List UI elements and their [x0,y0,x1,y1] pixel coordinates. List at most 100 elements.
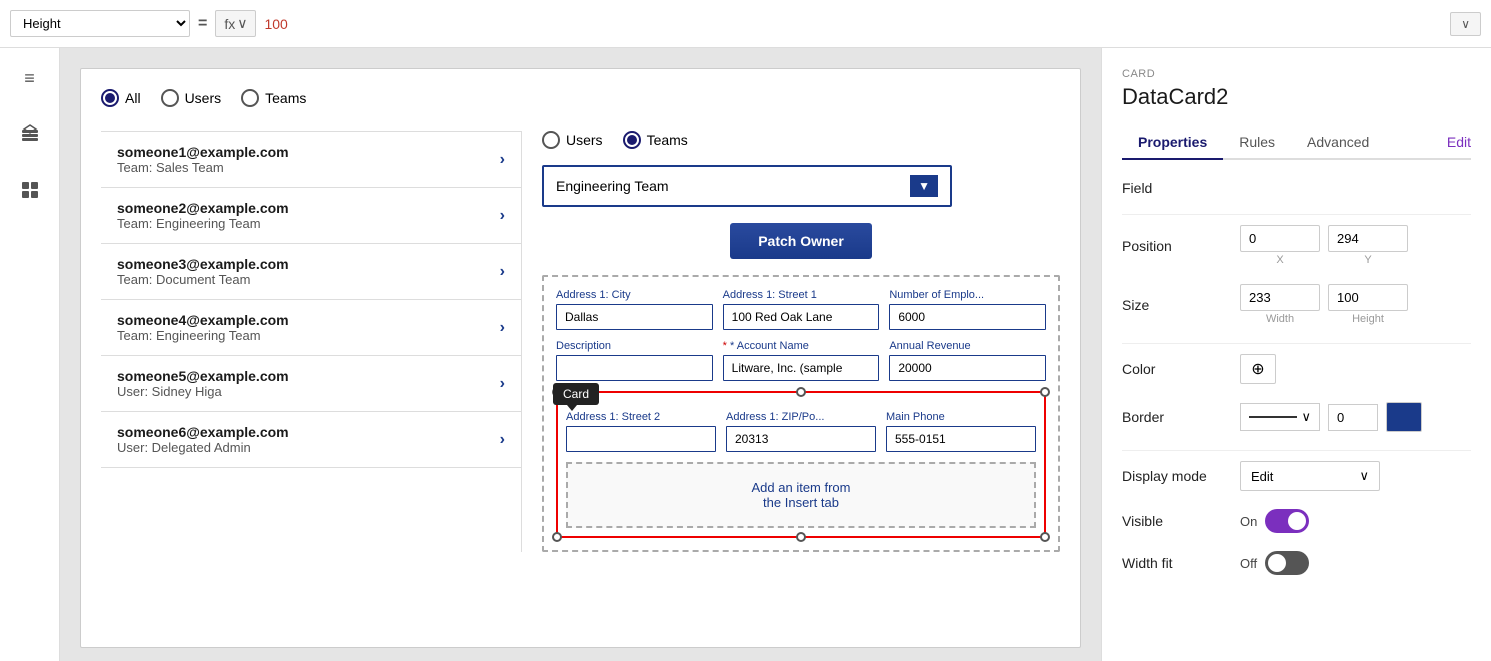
list-item[interactable]: someone3@example.com Team: Document Team… [101,244,521,300]
field-row: Field [1122,180,1471,196]
user-list: someone1@example.com Team: Sales Team › … [101,131,521,552]
width-fit-toggle[interactable] [1265,551,1309,575]
sidebar: ≡ [0,48,60,661]
form-field-accountname: * Account Name [723,340,880,381]
size-width-input[interactable] [1240,284,1320,311]
form-field-zip: Address 1: ZIP/Po... [726,411,876,452]
user-team: Team: Engineering Team [117,328,289,343]
fx-button[interactable]: fx ∨ [215,10,256,37]
inner-radio-circle-users [542,131,560,149]
tab-properties[interactable]: Properties [1122,126,1223,160]
resize-handle-tm[interactable] [796,387,806,397]
color-label: Color [1122,361,1232,377]
field-input-description[interactable] [556,355,713,381]
field-input-revenue[interactable] [889,355,1046,381]
visible-row: Visible On [1122,509,1471,533]
size-row: Size Width Height [1122,284,1471,325]
y-axis-label: Y [1364,254,1371,266]
field-label-street2: Address 1: Street 2 [566,411,716,423]
canvas-frame: All Users Teams someone1@example.co [80,68,1081,648]
position-y-input[interactable] [1328,225,1408,252]
user-team: User: Delegated Admin [117,440,289,455]
field-label-revenue: Annual Revenue [889,340,1046,352]
form-field-street1: Address 1: Street 1 [723,289,880,330]
border-width-input[interactable] [1328,404,1378,431]
formula-bar-expand[interactable]: ∨ [1450,12,1481,36]
property-selector[interactable]: Height [10,10,190,37]
layers-icon[interactable] [12,116,48,152]
display-mode-label: Display mode [1122,468,1232,484]
user-team: Team: Document Team [117,272,289,287]
size-height-input[interactable] [1328,284,1408,311]
radio-circle-users [161,89,179,107]
inner-radio-users[interactable]: Users [542,131,603,149]
resize-handle-bm[interactable] [796,532,806,542]
visible-toggle[interactable] [1265,509,1309,533]
formula-value[interactable]: 100 [264,16,287,32]
tab-advanced[interactable]: Advanced [1291,126,1385,160]
chevron-right-icon: › [500,431,505,449]
field-input-city[interactable] [556,304,713,330]
top-radio-group: All Users Teams [101,89,1060,107]
field-label-phone: Main Phone [886,411,1036,423]
card-tooltip: Card [553,383,599,405]
field-input-street1[interactable] [723,304,880,330]
position-x-group: X [1240,225,1320,266]
radio-all-label: All [125,90,141,106]
inner-radio-users-label: Users [566,132,603,148]
inner-radio-teams[interactable]: Teams [623,131,688,149]
display-mode-value: Edit [1251,469,1273,484]
fx-label: fx [224,16,235,32]
radio-all[interactable]: All [101,89,141,107]
resize-handle-tr[interactable] [1040,387,1050,397]
radio-users-label: Users [185,90,222,106]
radio-users[interactable]: Users [161,89,222,107]
user-team: User: Sidney Higa [117,384,289,399]
visible-label: Visible [1122,513,1232,529]
fx-chevron: ∨ [237,15,247,32]
border-color-swatch[interactable] [1386,402,1422,432]
user-email: someone2@example.com [117,200,289,216]
form-grid-outer: Address 1: City Address 1: Street 1 Numb… [542,275,1060,552]
radio-circle-teams [241,89,259,107]
list-item[interactable]: someone2@example.com Team: Engineering T… [101,188,521,244]
list-item[interactable]: someone1@example.com Team: Sales Team › [101,132,521,188]
field-input-employees[interactable] [889,304,1046,330]
field-input-phone[interactable] [886,426,1036,452]
field-label-employees: Number of Emplo... [889,289,1046,301]
list-item[interactable]: someone6@example.com User: Delegated Adm… [101,412,521,468]
team-dropdown-value: Engineering Team [556,178,669,194]
form-grid: Address 1: City Address 1: Street 1 Numb… [556,289,1046,381]
selected-card-inner: Card Address 1: Street 2 Address 1: ZIP/… [558,393,1044,536]
field-label-accountname: * Account Name [723,340,880,352]
form-field-employees: Number of Emplo... [889,289,1046,330]
tab-rules[interactable]: Rules [1223,126,1291,160]
display-mode-selector[interactable]: Edit ∨ [1240,461,1380,491]
field-input-zip[interactable] [726,426,876,452]
field-edit-link[interactable]: Edit [1447,126,1471,158]
hamburger-icon[interactable]: ≡ [12,60,48,96]
user-email: someone5@example.com [117,368,289,384]
user-email: someone3@example.com [117,256,289,272]
border-style-selector[interactable]: ∨ [1240,403,1320,431]
list-item[interactable]: someone5@example.com User: Sidney Higa › [101,356,521,412]
team-dropdown[interactable]: Engineering Team ▼ [542,165,952,207]
field-input-street2[interactable] [566,426,716,452]
width-fit-toggle-group: Off [1240,551,1309,575]
equals-sign: = [198,15,207,33]
x-axis-label: X [1276,254,1283,266]
patch-owner-button[interactable]: Patch Owner [730,223,872,259]
dashboard-icon[interactable] [12,172,48,208]
chevron-right-icon: › [500,263,505,281]
resize-handle-bl[interactable] [552,532,562,542]
radio-teams[interactable]: Teams [241,89,306,107]
resize-handle-br[interactable] [1040,532,1050,542]
field-input-accountname[interactable] [723,355,880,381]
field-label: Field [1122,180,1232,196]
chevron-right-icon: › [500,151,505,169]
field-label-city: Address 1: City [556,289,713,301]
color-eyedropper[interactable]: ⊕ [1240,354,1276,384]
position-x-input[interactable] [1240,225,1320,252]
list-item[interactable]: someone4@example.com Team: Engineering T… [101,300,521,356]
display-mode-row: Display mode Edit ∨ [1122,461,1471,491]
